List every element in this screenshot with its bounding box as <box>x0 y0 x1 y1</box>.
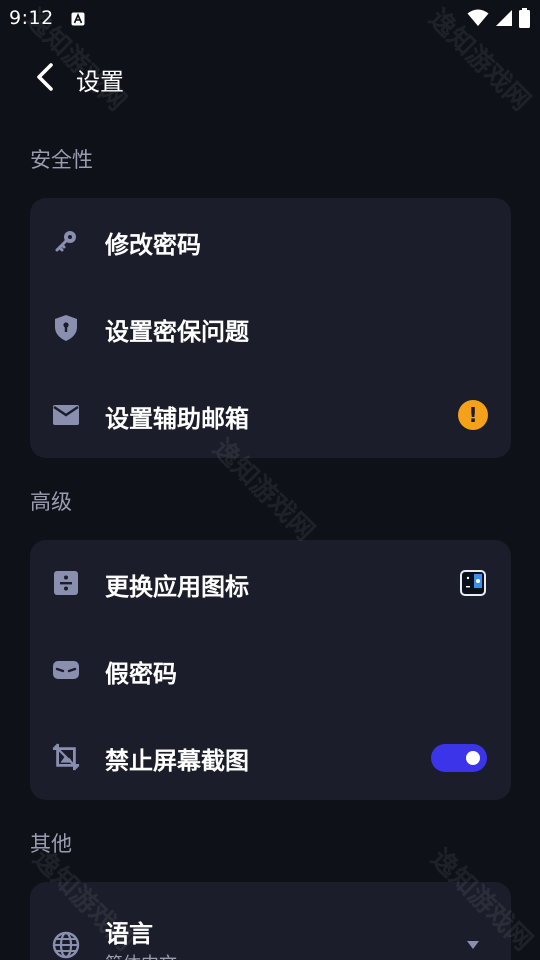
mask-icon <box>52 656 80 684</box>
settings-item-change-password[interactable]: 修改密码 <box>30 198 511 284</box>
other-card: 语言 简体中文 <box>30 882 511 960</box>
settings-item-security-question[interactable]: 设置密保问题 <box>30 285 511 371</box>
settings-item-label: 设置密保问题 <box>105 318 249 346</box>
settings-item-label: 更换应用图标 <box>105 573 249 601</box>
section-title-other: 其他 <box>30 832 72 856</box>
settings-item-backup-email[interactable]: 设置辅助邮箱 ! <box>30 372 511 458</box>
app-header: 设置 <box>0 50 540 106</box>
accessibility-a-icon <box>71 11 85 26</box>
wifi-icon <box>467 9 489 26</box>
section-title-advanced: 高级 <box>30 490 72 514</box>
settings-item-label: 假密码 <box>105 660 177 688</box>
language-current-value: 简体中文 <box>105 950 177 960</box>
section-title-security: 安全性 <box>30 148 93 172</box>
advanced-card: 更换应用图标 假密码 禁止屏幕截图 <box>30 540 511 800</box>
toggle-knob <box>466 751 480 765</box>
settings-screen: 9:12 设置 安全性 修改密码 设置密保问题 设置辅助邮箱 ! 高级 更换应用… <box>0 0 540 960</box>
dropdown-arrow-icon <box>457 929 489 960</box>
signal-icon <box>496 10 512 26</box>
status-time: 9:12 <box>9 7 54 29</box>
settings-item-block-screenshot[interactable]: 禁止屏幕截图 <box>30 714 511 800</box>
mail-icon <box>52 401 80 429</box>
page-title: 设置 <box>76 68 124 96</box>
back-button[interactable] <box>28 60 62 94</box>
warning-icon: ! <box>457 399 489 431</box>
settings-item-language[interactable]: 语言 简体中文 <box>30 882 511 960</box>
battery-icon <box>519 8 530 28</box>
screenshot-block-icon <box>52 743 80 771</box>
chevron-left-icon <box>37 63 53 91</box>
status-icons <box>467 8 530 28</box>
settings-item-fake-password[interactable]: 假密码 <box>30 627 511 713</box>
settings-item-label: 修改密码 <box>105 231 201 259</box>
settings-item-label: 语言 <box>105 920 153 948</box>
screenshot-block-toggle[interactable] <box>431 744 487 772</box>
current-app-icon-preview <box>457 567 489 599</box>
settings-item-label: 设置辅助邮箱 <box>105 405 249 433</box>
settings-item-label: 禁止屏幕截图 <box>105 747 249 775</box>
shield-icon <box>52 314 80 342</box>
security-card: 修改密码 设置密保问题 设置辅助邮箱 ! <box>30 198 511 458</box>
app-icon-swap-icon <box>52 569 80 597</box>
globe-icon <box>52 931 80 959</box>
key-icon <box>52 227 80 255</box>
settings-item-change-app-icon[interactable]: 更换应用图标 <box>30 540 511 626</box>
status-bar: 9:12 <box>0 0 540 38</box>
